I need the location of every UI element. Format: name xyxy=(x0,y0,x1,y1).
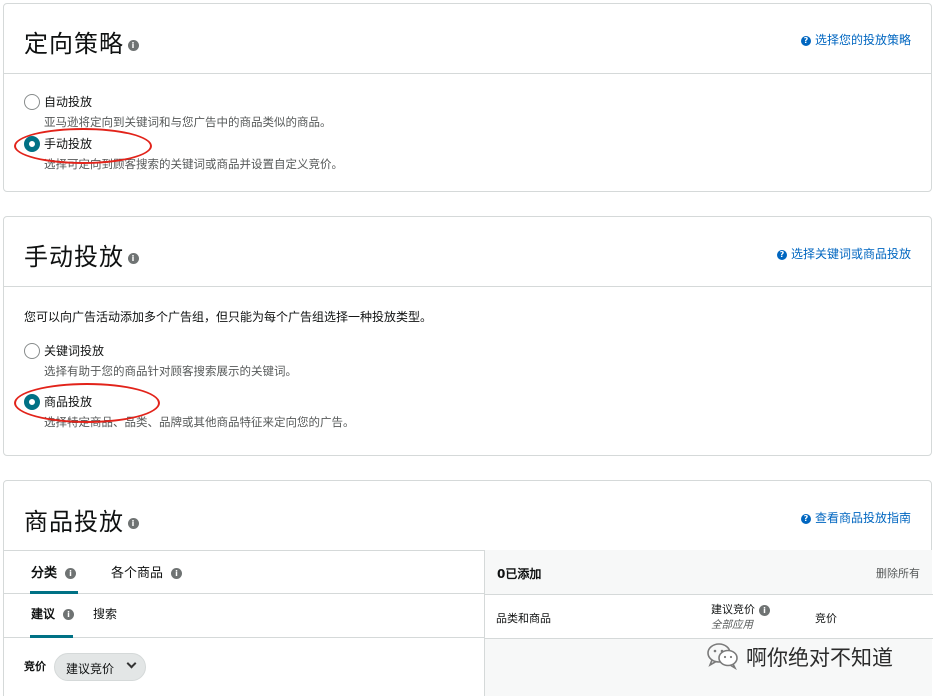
product-targeting-header: 商品投放 i ? 查看商品投放指南 xyxy=(4,481,931,551)
subtab-search[interactable]: 搜索 xyxy=(93,605,117,622)
added-count: 0已添加 xyxy=(497,567,542,581)
manual-targeting-card: 手动投放 i ? 选择关键词或商品投放 您可以向广告活动添加多个广告组，但只能为每个… xyxy=(3,216,932,456)
info-icon[interactable]: i xyxy=(63,609,75,620)
help-icon: ? xyxy=(800,36,811,46)
info-icon[interactable]: i xyxy=(128,517,139,529)
bid-label: 竞价 xyxy=(24,660,46,673)
apply-all-link[interactable]: 全部应用 xyxy=(711,617,753,632)
intro-text: 您可以向广告活动添加多个广告组，但只能为每个广告组选择一种投放类型。 xyxy=(24,310,433,324)
radio-button[interactable] xyxy=(24,136,40,152)
chevron-down-icon xyxy=(126,658,137,669)
remove-all-link[interactable]: 删除所有 xyxy=(876,565,920,581)
table-header: 品类和商品 建议竞价 i 全部应用 竞价 xyxy=(485,594,933,639)
radio-description: 亚马逊将定向到关键词和与您广告中的商品类似的商品。 xyxy=(44,115,332,129)
radio-description: 选择有助于您的商品针对顾客搜索展示的关键词。 xyxy=(44,364,297,378)
radio-label: 商品投放 xyxy=(44,395,93,409)
info-icon[interactable]: i xyxy=(65,568,77,579)
section-title: 手动投放 i xyxy=(24,237,139,272)
radio-button[interactable] xyxy=(24,94,40,110)
targeting-strategy-card: 定向策略 i ? 选择您的投放策略 自动投放 亚马逊将定向到关键词和与您广告中的商品… xyxy=(3,3,932,192)
subtabs: 建议 i 搜索 xyxy=(4,594,484,638)
subtab-suggested[interactable]: 建议 i xyxy=(31,605,75,622)
bid-dropdown[interactable]: 建议竞价 xyxy=(54,653,146,681)
page-title: 定向策略 i xyxy=(24,24,139,59)
help-link-strategy[interactable]: ? 选择您的投放策略 xyxy=(800,31,911,48)
wechat-icon xyxy=(707,643,738,670)
help-link-manual[interactable]: ? 选择关键词或商品投放 xyxy=(776,245,911,262)
help-icon: ? xyxy=(800,514,811,524)
radio-description: 选择特定商品、品类、品牌或其他商品特征来定向您的广告。 xyxy=(44,415,355,429)
manual-targeting-header: 手动投放 i ? 选择关键词或商品投放 xyxy=(4,217,931,287)
help-link-product-guide[interactable]: ? 查看商品投放指南 xyxy=(800,509,911,526)
radio-label: 手动投放 xyxy=(44,137,93,151)
radio-label: 自动投放 xyxy=(44,95,93,109)
col-bid: 竞价 xyxy=(815,612,837,625)
info-icon[interactable]: i xyxy=(128,39,139,51)
tab-categories[interactable]: 分类 i xyxy=(31,562,77,581)
info-icon[interactable]: i xyxy=(128,252,139,264)
watermark-text: 啊你绝对不知道 xyxy=(746,646,893,670)
radio-button[interactable] xyxy=(24,394,40,410)
section-title: 商品投放 i xyxy=(24,502,139,537)
info-icon[interactable]: i xyxy=(759,604,770,616)
help-icon: ? xyxy=(776,250,787,260)
added-targets-panel: 0已添加 删除所有 品类和商品 建议竞价 i 全部应用 竞价 xyxy=(484,550,933,696)
tab-individual-products[interactable]: 各个商品 i xyxy=(111,562,183,581)
radio-button[interactable] xyxy=(24,343,40,359)
active-subtab-indicator xyxy=(30,635,73,638)
info-icon[interactable]: i xyxy=(171,568,183,579)
targeting-picker-panel: 分类 i 各个商品 i 建议 i 搜索 竞价 建议竞价 xyxy=(4,550,484,696)
radio-label: 关键词投放 xyxy=(44,344,105,358)
col-category-products: 品类和商品 xyxy=(496,612,551,625)
col-suggested-bid: 建议竞价 i xyxy=(711,601,770,617)
radio-description: 选择可定向到顾客搜索的关键词或商品并设置自定义竞价。 xyxy=(44,157,343,171)
targeting-strategy-header: 定向策略 i ? 选择您的投放策略 xyxy=(4,4,931,74)
tabs: 分类 i 各个商品 i xyxy=(4,550,484,594)
